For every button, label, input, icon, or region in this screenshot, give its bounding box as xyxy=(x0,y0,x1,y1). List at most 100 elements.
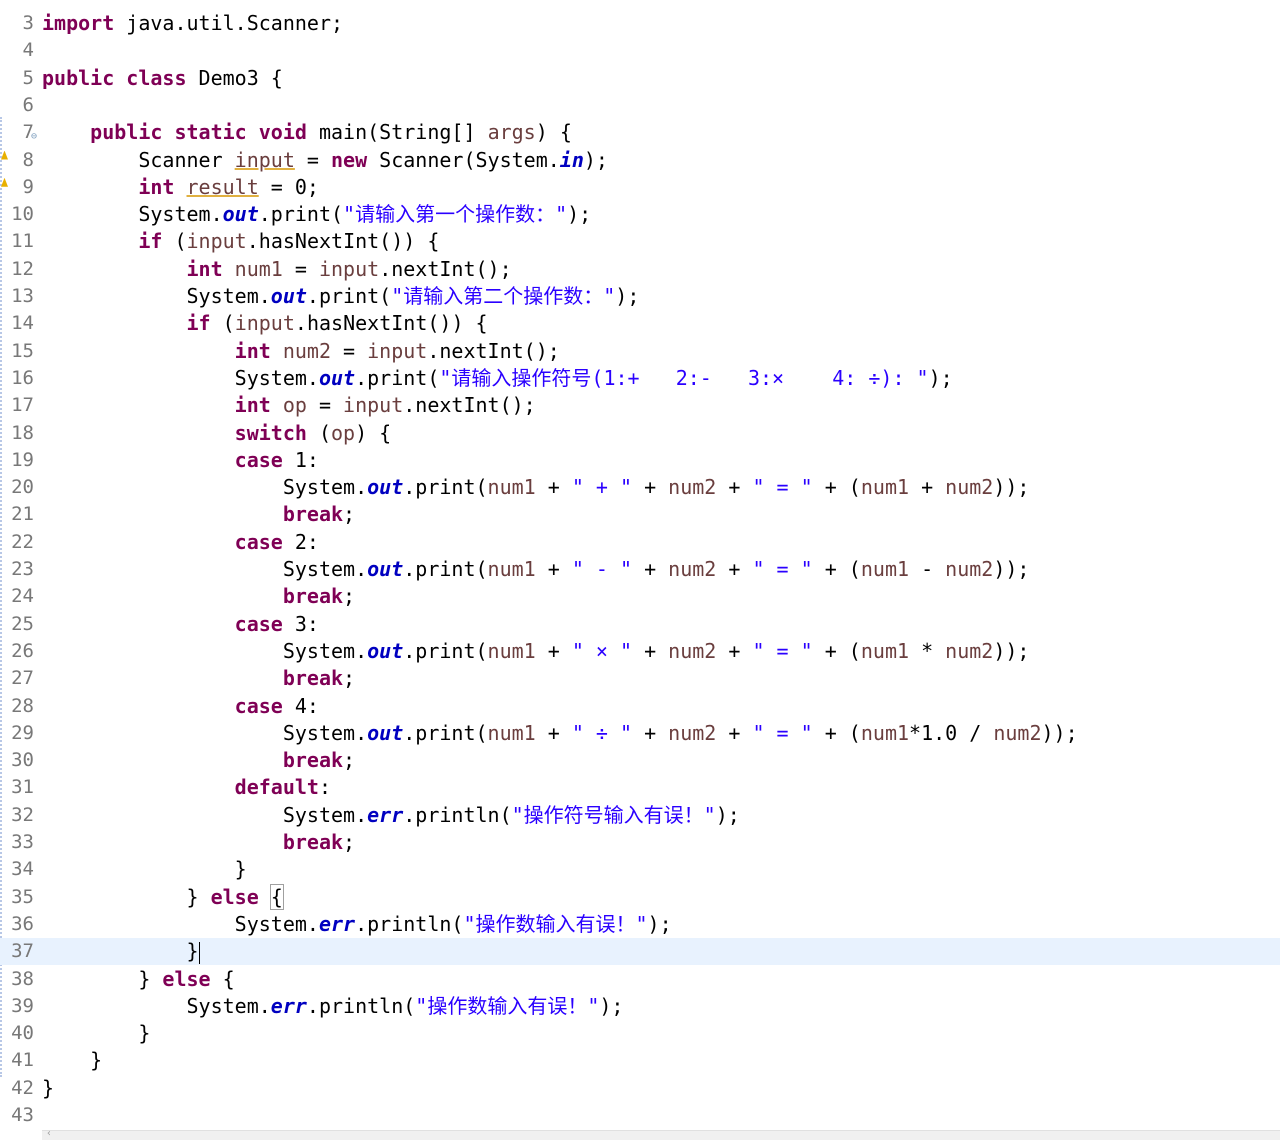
token: } xyxy=(42,857,247,882)
code-line[interactable]: 9 int result = 0; xyxy=(0,174,1280,201)
code-text[interactable]: import java.util.Scanner; xyxy=(42,10,343,37)
code-text[interactable]: } xyxy=(42,1075,54,1102)
token-kw: break xyxy=(282,748,344,773)
code-line[interactable]: 12 int num1 = input.nextInt(); xyxy=(0,256,1280,283)
code-text[interactable]: System.out.print(num1 + " × " + num2 + "… xyxy=(42,638,1030,665)
code-text[interactable]: case 3: xyxy=(42,611,319,638)
code-line[interactable]: 24 break; xyxy=(0,583,1280,610)
code-line[interactable]: 36 System.err.println("操作数输入有误！"); xyxy=(0,911,1280,938)
code-text[interactable]: switch (op) { xyxy=(42,420,392,447)
code-line[interactable]: 13 System.out.print("请输入第二个操作数："); xyxy=(0,283,1280,310)
code-line[interactable]: 31 default: xyxy=(0,774,1280,801)
token: .println( xyxy=(355,911,464,936)
code-line[interactable]: 42} xyxy=(0,1075,1280,1102)
code-text[interactable]: System.out.print(num1 + " - " + num2 + "… xyxy=(42,556,1030,583)
code-text[interactable]: } else { xyxy=(42,966,234,993)
token-str: " = " xyxy=(752,720,813,745)
token: .print( xyxy=(258,202,344,227)
code-text[interactable]: break; xyxy=(42,747,355,774)
code-text[interactable]: System.out.print(num1 + " ÷ " + num2 + "… xyxy=(42,720,1078,747)
code-line[interactable]: 27 break; xyxy=(0,665,1280,692)
code-line[interactable]: 26 System.out.print(num1 + " × " + num2 … xyxy=(0,638,1280,665)
line-number: 14 xyxy=(11,312,34,335)
code-text[interactable]: System.err.println("操作数输入有误！"); xyxy=(42,911,672,938)
code-text[interactable]: case 4: xyxy=(42,693,319,720)
code-line[interactable]: 28 case 4: xyxy=(0,693,1280,720)
code-text[interactable]: } else { xyxy=(42,883,284,911)
code-line[interactable]: 16 System.out.print("请输入操作符号(1:+ 2:- 3:×… xyxy=(0,365,1280,392)
code-line[interactable]: 33 break; xyxy=(0,829,1280,856)
token-fld: in xyxy=(559,147,584,172)
code-line[interactable]: 29 System.out.print(num1 + " ÷ " + num2 … xyxy=(0,720,1280,747)
code-text[interactable]: if (input.hasNextInt()) { xyxy=(42,310,488,337)
code-text[interactable]: System.out.print("请输入第一个操作数："); xyxy=(42,201,591,228)
code-text[interactable]: System.out.print("请输入第二个操作数："); xyxy=(42,283,639,310)
token: ; xyxy=(343,584,356,609)
token: } xyxy=(42,966,163,991)
token-var: num2 xyxy=(945,557,994,581)
code-text[interactable]: System.out.print(num1 + " + " + num2 + "… xyxy=(42,474,1030,501)
code-line[interactable]: 22 case 2: xyxy=(0,529,1280,556)
token-kw: if xyxy=(186,311,211,336)
code-line[interactable]: 8 Scanner input = new Scanner(System.in)… xyxy=(0,147,1280,174)
code-text[interactable]: default: xyxy=(42,774,331,801)
code-text[interactable]: int num2 = input.nextInt(); xyxy=(42,338,560,365)
code-text[interactable]: int result = 0; xyxy=(42,174,319,201)
token-var: num2 xyxy=(668,557,717,581)
code-text[interactable]: break; xyxy=(42,501,355,528)
code-text[interactable]: case 1: xyxy=(42,447,319,474)
code-line[interactable]: 18 switch (op) { xyxy=(0,420,1280,447)
code-text[interactable]: break; xyxy=(42,665,355,692)
code-text[interactable]: break; xyxy=(42,583,355,610)
code-line[interactable]: 19 case 1: xyxy=(0,447,1280,474)
line-number: 7 xyxy=(22,121,34,144)
code-text[interactable]: } xyxy=(42,856,247,883)
code-line[interactable]: 11 if (input.hasNextInt()) { xyxy=(0,228,1280,255)
code-text[interactable]: break; xyxy=(42,829,355,856)
code-line[interactable]: 39 System.err.println("操作数输入有误！"); xyxy=(0,993,1280,1020)
token: } xyxy=(42,1048,103,1073)
code-text[interactable]: if (input.hasNextInt()) { xyxy=(42,228,439,255)
code-text[interactable]: } xyxy=(42,1047,102,1074)
code-editor[interactable]: 3 import java.util.Scanner; 4 5 public class… xyxy=(0,0,1280,1140)
code-line[interactable]: 30 break; xyxy=(0,747,1280,774)
horizontal-scrollbar[interactable]: ‹ xyxy=(42,1128,1280,1140)
code-line[interactable]: 20 System.out.print(num1 + " + " + num2 … xyxy=(0,474,1280,501)
code-line[interactable]: 37 } xyxy=(0,938,1280,966)
code-text[interactable]: public static void main(String[] args) { xyxy=(42,119,572,146)
code-line[interactable]: 14 if (input.hasNextInt()) { xyxy=(0,310,1280,337)
code-text[interactable]: System.out.print("请输入操作符号(1:+ 2:- 3:× 4:… xyxy=(42,365,953,392)
code-text[interactable]: System.err.println("操作符号输入有误！"); xyxy=(42,802,740,829)
code-text[interactable]: } xyxy=(42,1020,150,1047)
code-text[interactable]: case 2: xyxy=(42,529,319,556)
line-number: 41 xyxy=(11,1049,34,1072)
token-var: num1 xyxy=(487,475,536,500)
code-line[interactable]: 5 public class Demo3 { xyxy=(0,65,1280,92)
scroll-left-arrow-icon[interactable]: ‹ xyxy=(46,1128,52,1139)
code-text[interactable]: System.err.println("操作数输入有误！"); xyxy=(42,993,623,1020)
code-line[interactable]: 43 xyxy=(0,1102,1280,1129)
code-line[interactable]: 35 } else { xyxy=(0,883,1280,911)
code-text[interactable]: } xyxy=(42,938,200,965)
code-line[interactable]: 40 } xyxy=(0,1020,1280,1047)
code-line[interactable]: 15 int num2 = input.nextInt(); xyxy=(0,338,1280,365)
code-line[interactable]: 32 System.err.println("操作符号输入有误！"); xyxy=(0,802,1280,829)
code-line[interactable]: 7 ⊖ public static void main(String[] args… xyxy=(0,119,1280,146)
code-text[interactable]: int num1 = input.nextInt(); xyxy=(42,256,512,283)
code-text[interactable]: int op = input.nextInt(); xyxy=(42,392,536,419)
code-line[interactable]: 21 break; xyxy=(0,501,1280,528)
code-text[interactable]: Scanner input = new Scanner(System.in); xyxy=(42,147,608,174)
code-line[interactable]: 17 int op = input.nextInt(); xyxy=(0,392,1280,419)
code-line[interactable]: 34 } xyxy=(0,856,1280,883)
code-line[interactable]: 41 } xyxy=(0,1047,1280,1074)
code-line[interactable]: 4 xyxy=(0,37,1280,64)
code-line[interactable]: 3 import java.util.Scanner; xyxy=(0,10,1280,37)
code-line[interactable]: 6 xyxy=(0,92,1280,119)
code-line[interactable]: 25 case 3: xyxy=(0,611,1280,638)
token-var: num2 xyxy=(668,638,717,663)
code-text[interactable]: public class Demo3 { xyxy=(42,65,283,92)
code-line[interactable]: 38 } else { xyxy=(0,966,1280,993)
code-line[interactable]: 10 System.out.print("请输入第一个操作数："); xyxy=(0,201,1280,228)
code-line[interactable]: 23 System.out.print(num1 + " - " + num2 … xyxy=(0,556,1280,583)
